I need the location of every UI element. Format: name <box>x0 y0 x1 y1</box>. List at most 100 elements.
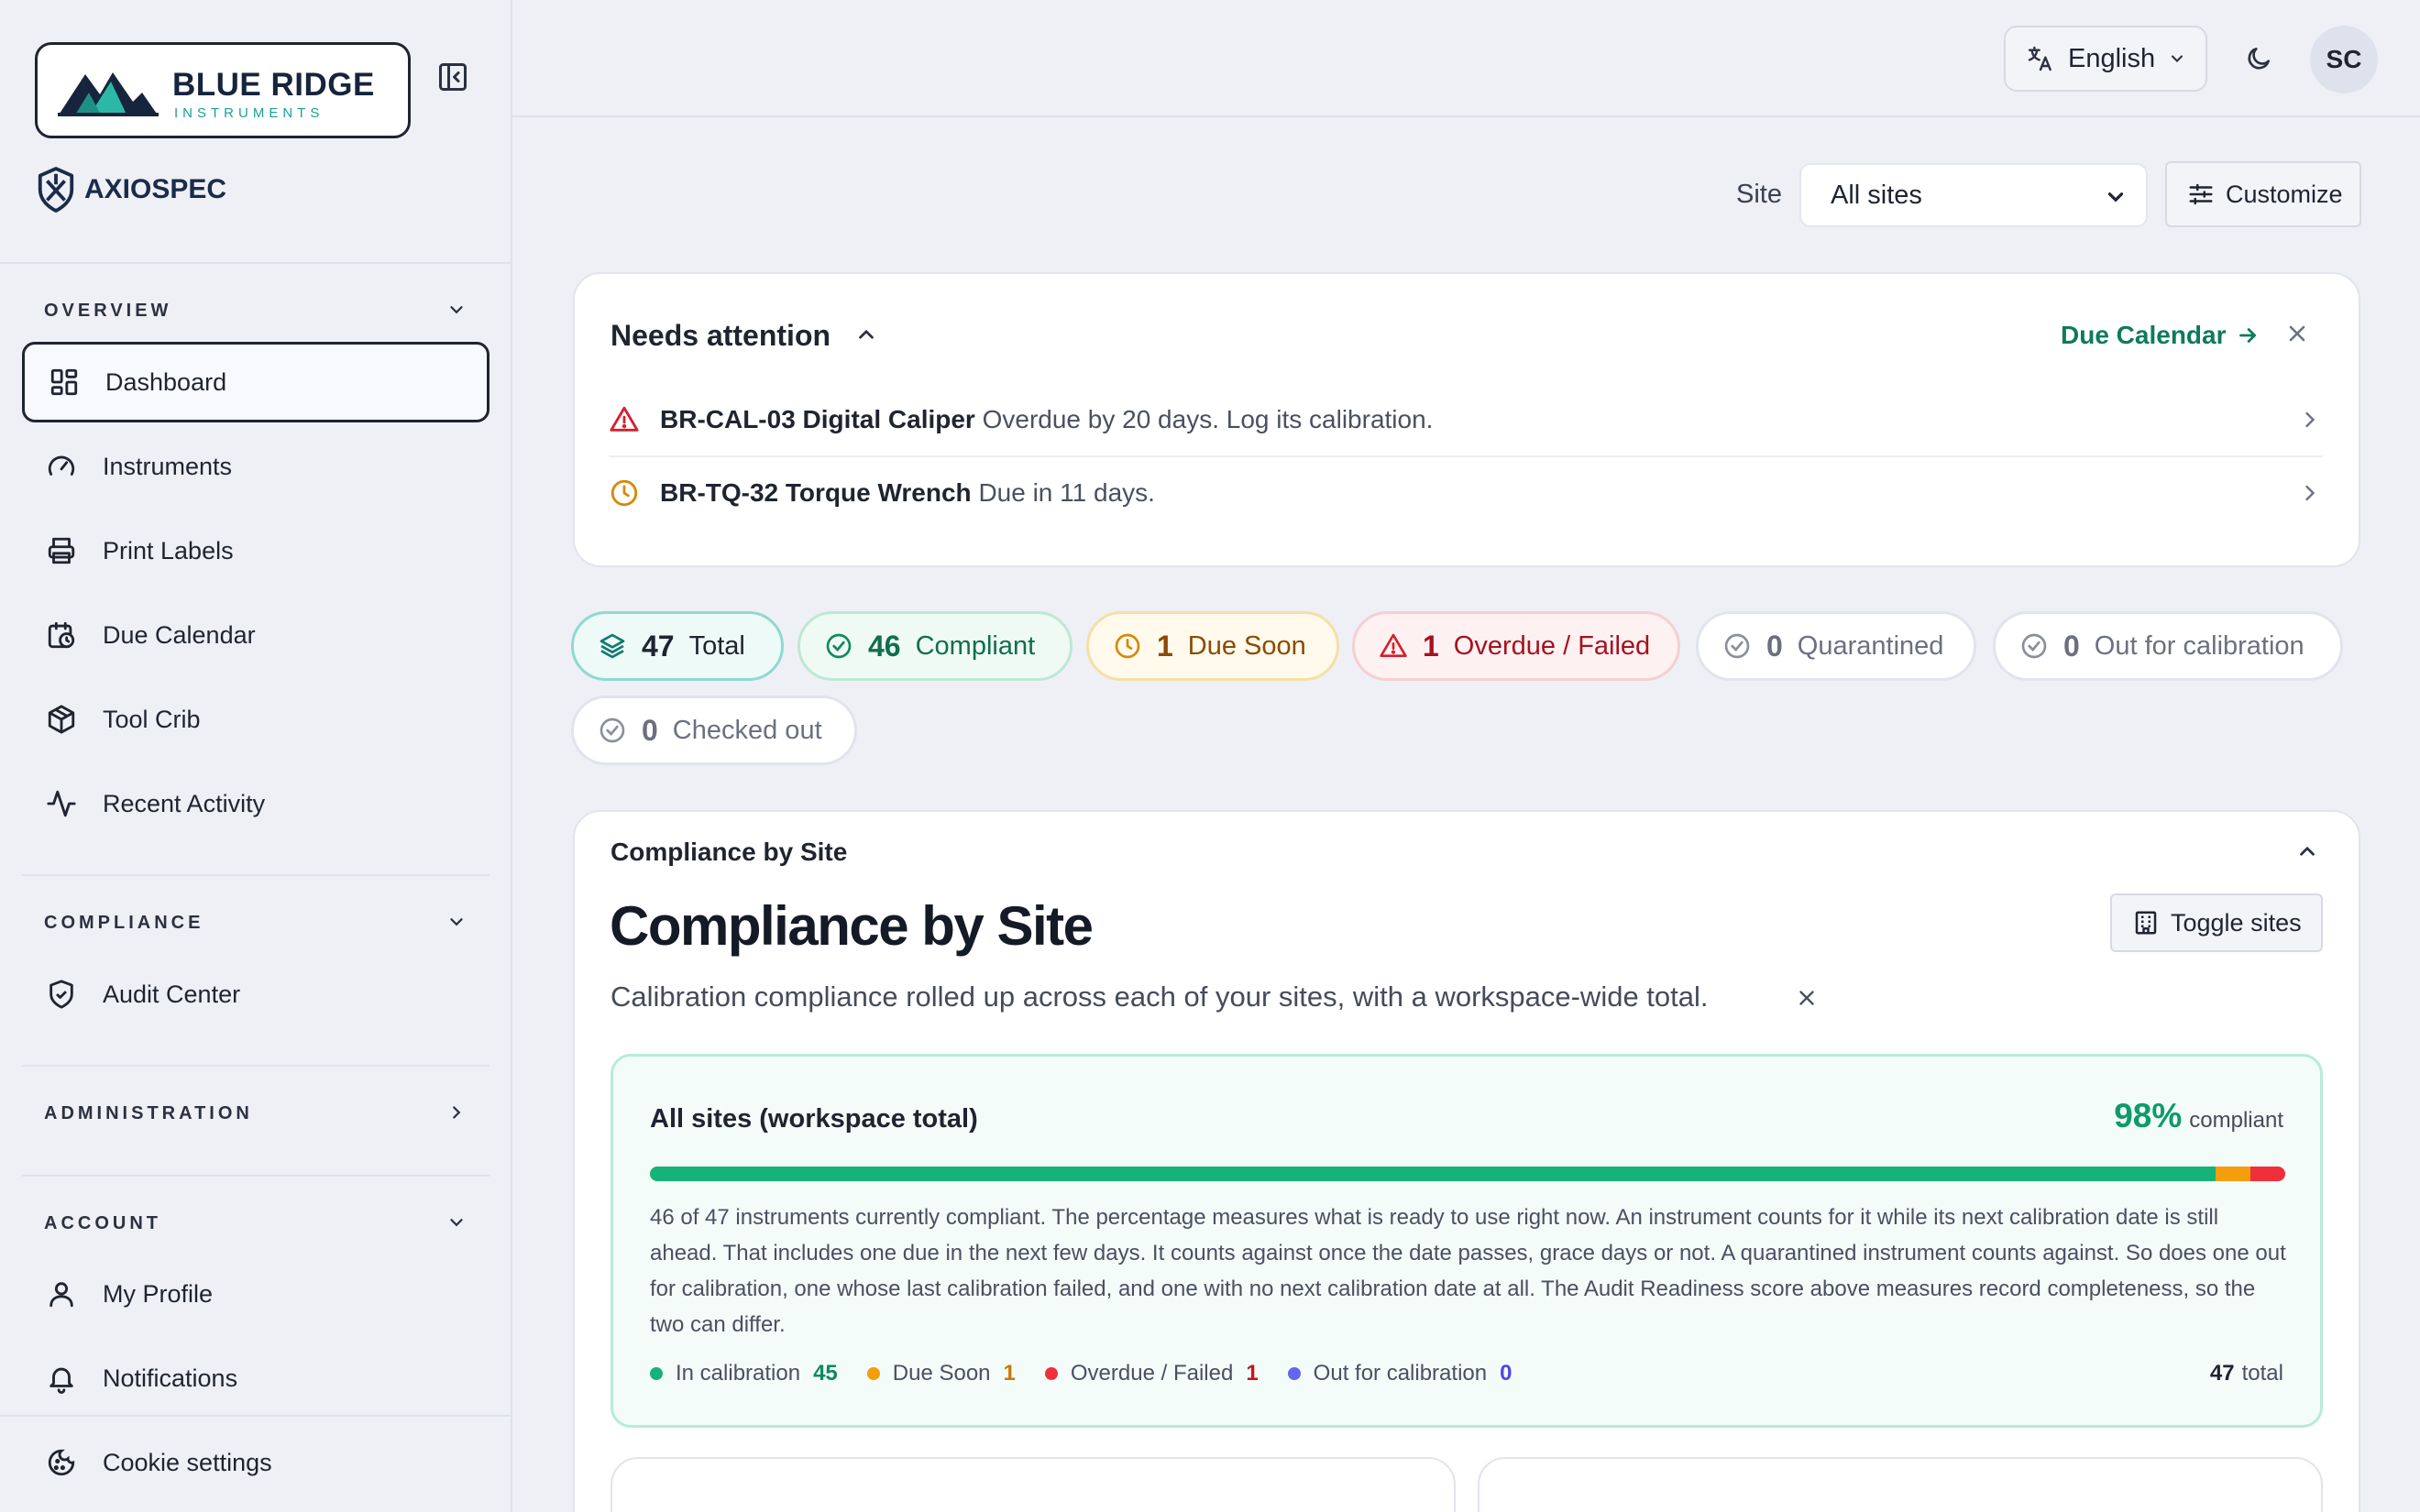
sidebar-item-label: Recent Activity <box>103 789 266 817</box>
stat-count: 0 <box>2063 629 2080 663</box>
attention-item[interactable]: BR-TQ-32 Torque Wrench Due in 11 days. <box>609 466 2323 520</box>
sidebar-item-notifications[interactable]: Notifications <box>22 1338 490 1419</box>
building-icon <box>2135 911 2157 935</box>
chevron-down-icon[interactable] <box>444 909 469 935</box>
shield-logo-icon <box>38 167 74 213</box>
due-calendar-link[interactable]: Due Calendar <box>2061 321 2260 350</box>
language-select[interactable]: English <box>2004 26 2207 92</box>
chevron-up-icon[interactable] <box>2295 839 2319 863</box>
divider <box>609 455 2323 457</box>
sidebar-item-tool-crib[interactable]: Tool Crib <box>22 679 490 760</box>
stat-label: Due Soon <box>1187 630 1306 661</box>
sidebar-item-instruments[interactable]: Instruments <box>22 426 490 507</box>
brand-logo[interactable]: BLUE RIDGE INSTRUMENTS <box>35 42 411 138</box>
toggle-sites-button[interactable]: Toggle sites <box>2110 893 2323 952</box>
needs-attention-title[interactable]: Needs attention <box>610 319 830 353</box>
site-select[interactable]: All sites <box>1799 163 2148 227</box>
user-icon <box>44 1276 79 1311</box>
clock-icon <box>610 479 638 507</box>
alert-triangle-icon <box>610 406 639 432</box>
avatar[interactable]: SC <box>2310 26 2378 93</box>
sidebar-item-label: My Profile <box>103 1279 214 1308</box>
compliance-description: Calibration compliance rolled up across … <box>610 981 1709 1013</box>
stat-count: 1 <box>1423 629 1439 663</box>
collapse-sidebar-icon[interactable] <box>431 55 475 99</box>
shield-check-icon <box>44 977 79 1012</box>
sidebar-item-recent-activity[interactable]: Recent Activity <box>22 763 490 844</box>
divider <box>22 874 490 876</box>
attention-item[interactable]: BR-CAL-03 Digital Caliper Overdue by 20 … <box>609 392 2323 447</box>
total-count: 47 <box>2209 1361 2235 1386</box>
calendar-clock-icon <box>44 618 79 652</box>
stat-label: Out for calibration <box>2094 630 2304 661</box>
section-account[interactable]: ACCOUNT <box>44 1213 161 1234</box>
stat-count: 47 <box>642 629 675 663</box>
legend-dot <box>650 1367 663 1380</box>
legend-item: In calibration 45 <box>650 1361 838 1386</box>
compliance-progress-bar <box>650 1167 2285 1181</box>
section-overview[interactable]: OVERVIEW <box>44 301 171 322</box>
theme-toggle-moon-icon[interactable] <box>2237 37 2281 81</box>
stat-count: 46 <box>868 629 901 663</box>
site-card[interactable] <box>1478 1457 2323 1512</box>
bar-segment <box>2250 1167 2285 1181</box>
stat-count: 0 <box>1766 629 1783 663</box>
sidebar-item-label: Cookie settings <box>103 1448 272 1476</box>
stat-chip-total[interactable]: 47 Total <box>571 611 784 681</box>
mountain-logo-icon <box>58 72 159 116</box>
compliance-section-label[interactable]: Compliance by Site <box>610 838 847 867</box>
stat-chip-due-soon[interactable]: 1 Due Soon <box>1086 611 1339 681</box>
activity-icon <box>44 786 79 821</box>
sidebar-item-label: Dashboard <box>105 367 227 396</box>
section-compliance[interactable]: COMPLIANCE <box>44 913 204 934</box>
sidebar-item-audit-center[interactable]: Audit Center <box>22 954 490 1035</box>
close-icon[interactable] <box>2284 321 2310 346</box>
sidebar-item-print-labels[interactable]: Print Labels <box>22 510 490 591</box>
stat-label: Total <box>688 630 745 661</box>
stat-chip-quarantined[interactable]: 0 Quarantined <box>1696 611 1976 681</box>
site-select-value: All sites <box>1831 180 1922 210</box>
sidebar-item-cookie-settings[interactable]: Cookie settings <box>22 1422 490 1503</box>
legend-dot <box>1287 1367 1301 1380</box>
sidebar-item-dashboard[interactable]: Dashboard <box>22 342 490 422</box>
customize-button[interactable]: Customize <box>2165 161 2361 227</box>
stat-chip-compliant[interactable]: 46 Compliant <box>798 611 1072 681</box>
site-card[interactable] <box>610 1457 1456 1512</box>
due-calendar-link-text: Due Calendar <box>2061 321 2227 349</box>
chevron-down-icon[interactable] <box>444 1210 469 1235</box>
legend-value: 1 <box>1246 1361 1259 1386</box>
all-sites-explanation: 46 of 47 instruments currently compliant… <box>650 1205 2286 1337</box>
chevron-down-icon <box>2107 192 2124 203</box>
stat-count: 0 <box>642 713 658 747</box>
product-logo: AXIOSPEC <box>35 165 226 214</box>
sidebar-item-due-calendar[interactable]: Due Calendar <box>22 595 490 675</box>
stat-chip-out-for-calibration[interactable]: 0 Out for calibration <box>1993 611 2343 681</box>
check-circle-icon <box>826 633 852 659</box>
stat-chip-checked-out[interactable]: 0 Checked out <box>571 696 857 765</box>
legend-value: 1 <box>1003 1361 1016 1386</box>
stat-label: Quarantined <box>1797 630 1944 661</box>
section-administration[interactable]: ADMINISTRATION <box>44 1103 253 1124</box>
dashboard-icon <box>47 365 82 400</box>
translate-icon <box>2028 46 2052 71</box>
chevron-down-icon[interactable] <box>444 297 469 323</box>
legend-dot <box>1044 1367 1058 1380</box>
close-icon[interactable] <box>1795 986 1819 1010</box>
compliance-percent-value: 98% <box>2114 1097 2183 1134</box>
chevron-up-icon[interactable] <box>854 323 878 346</box>
stat-count: 1 <box>1157 629 1173 663</box>
chevron-right-icon[interactable] <box>444 1100 469 1125</box>
stat-label: Overdue / Failed <box>1453 630 1651 661</box>
chevron-right-icon <box>2305 411 2316 428</box>
sidebar-item-label: Print Labels <box>103 536 234 564</box>
bar-segment <box>2216 1167 2251 1181</box>
divider <box>22 1065 490 1067</box>
alert-triangle-icon <box>1380 633 1407 657</box>
sidebar-item-my-profile[interactable]: My Profile <box>22 1254 490 1334</box>
bell-icon <box>44 1361 79 1396</box>
logo-subtitle: INSTRUMENTS <box>174 105 324 121</box>
stat-chip-overdue-failed[interactable]: 1 Overdue / Failed <box>1352 611 1680 681</box>
layers-icon <box>600 633 625 659</box>
total-label: total <box>2241 1361 2283 1386</box>
compliance-percent: 98% compliant <box>2114 1097 2283 1135</box>
